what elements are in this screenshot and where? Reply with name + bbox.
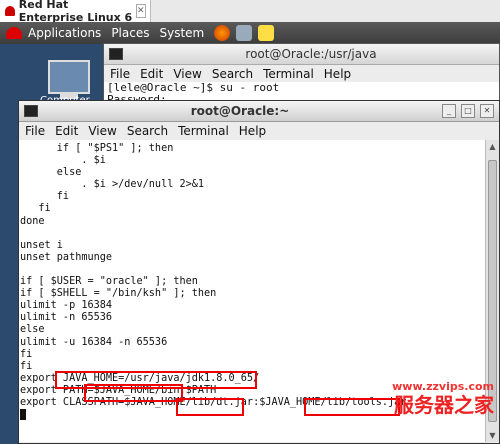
minimize-icon[interactable]: _ xyxy=(442,104,456,118)
terminal-line: ulimit -u 16384 -n 65536 xyxy=(20,336,168,348)
menu-places[interactable]: Places xyxy=(111,26,149,40)
terminal-line: ulimit -n 65536 xyxy=(20,312,113,324)
terminal-line: if [ $USER = "oracle" ]; then xyxy=(20,276,198,288)
terminal-line: else xyxy=(20,167,82,179)
vm-tab[interactable]: Red Hat Enterprise Linux 6 ✕ xyxy=(0,0,151,24)
computer-icon[interactable] xyxy=(48,60,90,99)
scroll-down-icon[interactable]: ▼ xyxy=(486,431,499,440)
highlight-box xyxy=(176,398,244,416)
highlight-box xyxy=(304,398,400,416)
terminal-window-back[interactable]: root@Oracle:/usr/java File Edit View Sea… xyxy=(103,43,500,107)
terminal-line: if [ "$PS1" ]; then xyxy=(20,143,174,154)
menu-search[interactable]: Search xyxy=(127,124,168,138)
highlight-box xyxy=(84,384,183,402)
menu-help[interactable]: Help xyxy=(239,124,266,138)
close-icon[interactable]: ✕ xyxy=(480,104,494,118)
terminal-line: else xyxy=(20,324,45,336)
terminal-line: fi xyxy=(20,191,70,203)
terminal-line: fi xyxy=(20,203,51,215)
menu-applications[interactable]: Applications xyxy=(28,26,101,40)
titlebar[interactable]: root@Oracle:/usr/java xyxy=(104,44,499,65)
titlebar[interactable]: root@Oracle:~ _ □ ✕ xyxy=(19,101,499,122)
watermark-url: www.zzvips.com xyxy=(392,380,494,393)
menu-bar: File Edit View Search Terminal Help xyxy=(104,65,499,82)
window-title: root@Oracle:/usr/java xyxy=(245,47,377,61)
menu-edit[interactable]: Edit xyxy=(140,67,163,81)
mail-icon[interactable] xyxy=(236,25,253,41)
terminal-line: . $i >/dev/null 2>&1 xyxy=(20,179,205,191)
redhat-menu-icon xyxy=(6,27,22,39)
watermark-logo-text: 服务器之家 xyxy=(394,393,494,417)
top-panel: Applications Places System xyxy=(0,22,500,44)
watermark: www.zzvips.com 服务器之家 xyxy=(392,380,494,417)
vm-tab-bar: Red Hat Enterprise Linux 6 ✕ xyxy=(0,0,500,24)
terminal-line: fi xyxy=(20,348,33,360)
cursor xyxy=(20,409,26,421)
menu-view[interactable]: View xyxy=(173,67,201,81)
terminal-line: . $i xyxy=(20,155,106,167)
terminal-line: if [ $SHELL = "/bin/ksh" ]; then xyxy=(20,288,217,300)
vm-tab-title: Red Hat Enterprise Linux 6 xyxy=(18,0,133,24)
terminal-line: done xyxy=(20,215,45,227)
menu-help[interactable]: Help xyxy=(324,67,351,81)
window-title: root@Oracle:~ xyxy=(190,104,290,118)
scroll-up-icon[interactable]: ▲ xyxy=(486,142,499,151)
close-tab-icon[interactable]: ✕ xyxy=(135,4,146,18)
menu-edit[interactable]: Edit xyxy=(55,124,78,138)
firefox-icon[interactable] xyxy=(214,25,231,41)
menu-search[interactable]: Search xyxy=(212,67,253,81)
terminal-line: ulimit -p 16384 xyxy=(20,300,113,312)
terminal-line: unset pathmunge xyxy=(20,251,113,263)
terminal-icon xyxy=(24,105,38,117)
menu-terminal[interactable]: Terminal xyxy=(263,67,314,81)
redhat-logo-icon xyxy=(5,6,15,16)
menu-terminal[interactable]: Terminal xyxy=(178,124,229,138)
menu-view[interactable]: View xyxy=(88,124,116,138)
notes-icon[interactable] xyxy=(258,25,275,41)
terminal-line: unset i xyxy=(20,239,63,251)
menu-system[interactable]: System xyxy=(159,26,204,40)
menu-bar: File Edit View Search Terminal Help xyxy=(19,122,499,139)
menu-file[interactable]: File xyxy=(110,67,130,81)
maximize-icon[interactable]: □ xyxy=(461,104,475,118)
menu-file[interactable]: File xyxy=(25,124,45,138)
terminal-icon xyxy=(109,48,123,60)
